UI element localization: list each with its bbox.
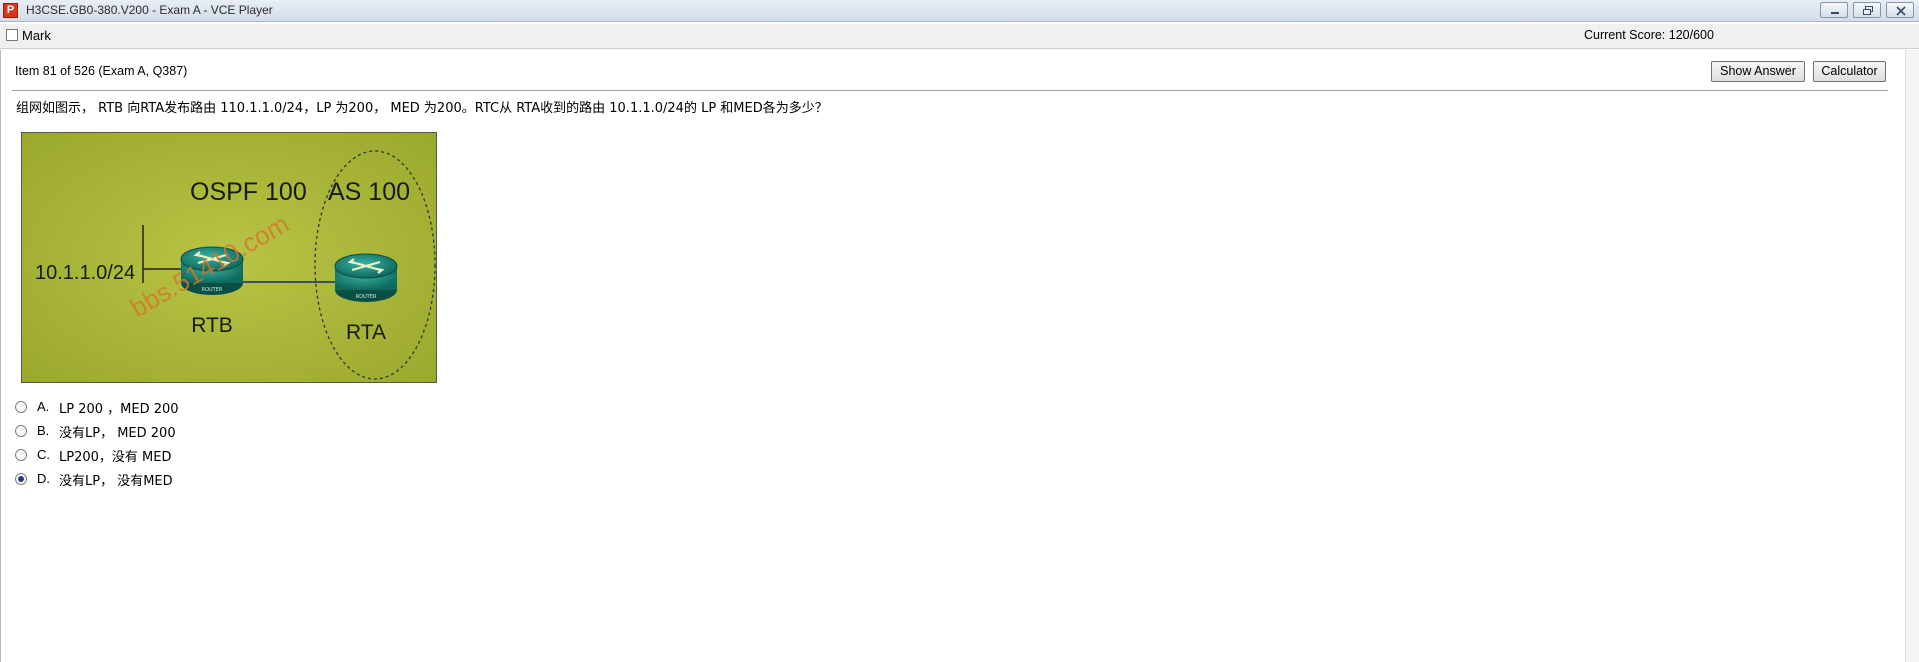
calculator-button[interactable]: Calculator — [1813, 61, 1886, 82]
close-button[interactable] — [1886, 2, 1914, 18]
option-letter: B. — [37, 423, 50, 438]
exhibit-image: OSPF 100 AS 100 10.1.1.0/24 ROUTER ROUTE… — [21, 132, 437, 383]
option-letter: A. — [37, 399, 50, 414]
show-answer-button[interactable]: Show Answer — [1711, 61, 1805, 82]
current-score: Current Score: 120/600 — [1584, 28, 1714, 42]
restore-icon — [1863, 6, 1873, 15]
item-counter: Item 81 of 526 (Exam A, Q387) — [15, 64, 188, 78]
minimize-button[interactable] — [1820, 2, 1848, 18]
option-letter: D. — [37, 471, 50, 486]
option-c-radio[interactable] — [15, 449, 27, 461]
router-a-icon: ROUTER — [334, 253, 398, 302]
router-b-label: RTB — [191, 314, 233, 337]
close-icon — [1896, 6, 1906, 16]
question-text: 组网如图示， RTB 向RTA发布路由 110.1.1.0/24，LP 为200… — [16, 101, 828, 116]
minimize-icon — [1831, 12, 1839, 14]
option-text: LP 200 ，MED 200 — [59, 402, 179, 417]
option-text: 没有LP， MED 200 — [59, 426, 176, 441]
mark-checkbox[interactable] — [6, 29, 18, 41]
app-icon: P — [3, 3, 18, 18]
window-title-bar: P H3CSE.GB0-380.V200 - Exam A - VCE Play… — [0, 0, 1919, 22]
option-d-radio[interactable] — [15, 473, 27, 485]
option-text: LP200，没有 MED — [59, 450, 172, 465]
mark-label[interactable]: Mark — [22, 28, 51, 43]
window-title: H3CSE.GB0-380.V200 - Exam A - VCE Player — [26, 3, 273, 17]
option-text: 没有LP， 没有MED — [59, 474, 173, 489]
network-diagram: OSPF 100 AS 100 10.1.1.0/24 ROUTER ROUTE… — [22, 133, 436, 382]
network-label: 10.1.1.0/24 — [35, 262, 135, 284]
header-divider — [12, 90, 1888, 91]
router-a-label: RTA — [346, 321, 386, 344]
svg-text:ROUTER: ROUTER — [202, 287, 223, 293]
vertical-scrollbar[interactable] — [1905, 50, 1919, 662]
mark-bar: Mark Current Score: 120/600 — [0, 24, 1919, 49]
option-b-radio[interactable] — [15, 425, 27, 437]
option-letter: C. — [37, 447, 50, 462]
svg-text:ROUTER: ROUTER — [356, 294, 377, 300]
as-label: AS 100 — [328, 178, 410, 206]
option-a-radio[interactable] — [15, 401, 27, 413]
ospf-label: OSPF 100 — [190, 178, 307, 206]
content-border — [0, 50, 1, 662]
restore-button[interactable] — [1853, 2, 1881, 18]
